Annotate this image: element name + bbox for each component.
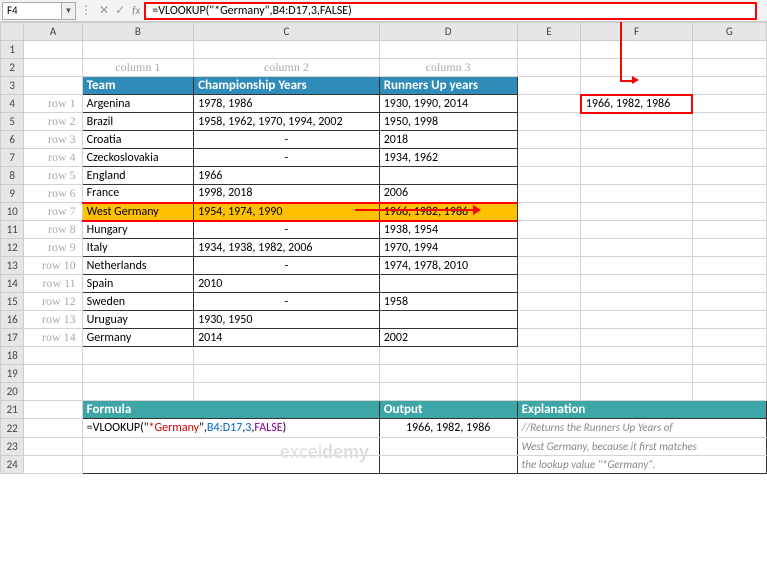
formula-bar[interactable]: =VLOOKUP("*Germany",B4:D17,3,FALSE) bbox=[144, 2, 757, 20]
explain-header-output: Output bbox=[379, 401, 517, 419]
arrow-head-right-result bbox=[632, 76, 639, 84]
data-cell[interactable]: Argenina bbox=[82, 95, 193, 113]
header-runners: Runners Up years bbox=[379, 77, 517, 95]
header-team: Team bbox=[82, 77, 193, 95]
fx-icon[interactable]: fx bbox=[132, 4, 140, 17]
result-cell-f4[interactable]: 1966, 1982, 1986 bbox=[581, 95, 692, 113]
arrow-row-indicator bbox=[355, 209, 475, 211]
explain-header-explanation: Explanation bbox=[517, 401, 766, 419]
confirm-icon[interactable]: ✓ bbox=[115, 3, 125, 18]
explain-text-1: //Returns the Runners Up Years of bbox=[517, 419, 766, 438]
col-label-3: column 3 bbox=[379, 59, 517, 77]
column-headers: A B C D E F G bbox=[1, 23, 767, 41]
name-box[interactable]: F4 bbox=[2, 2, 62, 20]
explain-output-cell[interactable]: 1966, 1982, 1986 bbox=[379, 419, 517, 438]
name-box-dropdown[interactable]: ▼ bbox=[62, 2, 76, 20]
explain-formula-cell[interactable]: =VLOOKUP("*Germany",B4:D17,3,FALSE) bbox=[82, 419, 379, 438]
row-label: row 1 bbox=[24, 95, 82, 113]
explain-text-2: West Germany, because it first matches bbox=[517, 438, 766, 456]
col-label-1: column 1 bbox=[82, 59, 193, 77]
cancel-icon[interactable]: ✕ bbox=[99, 3, 109, 18]
spreadsheet-grid[interactable]: A B C D E F G 1 2column 1column 2column … bbox=[0, 22, 767, 474]
toolbar-sep: ⋮ bbox=[76, 3, 96, 18]
header-champ: Championship Years bbox=[194, 77, 380, 95]
highlighted-match-row: 10row 7West Germany1954, 1974, 19901966,… bbox=[1, 203, 767, 221]
explain-header-formula: Formula bbox=[82, 401, 379, 419]
arrow-head-row bbox=[473, 205, 481, 215]
explain-text-3: the lookup value "*Germany". bbox=[517, 456, 766, 474]
col-label-2: column 2 bbox=[194, 59, 380, 77]
row-head: 1 bbox=[1, 41, 24, 59]
formula-toolbar: F4 ▼ ⋮ ✕ ✓ fx =VLOOKUP("*Germany",B4:D17… bbox=[0, 0, 767, 22]
arrow-vertical bbox=[620, 22, 622, 80]
